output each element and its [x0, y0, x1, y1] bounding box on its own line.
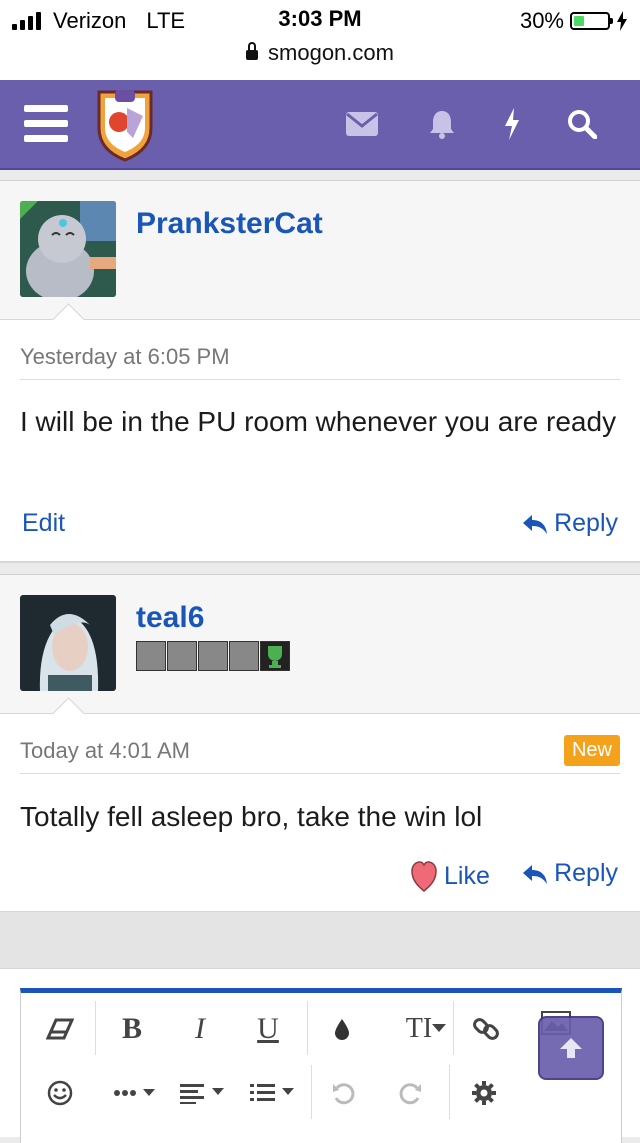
color-button[interactable] — [317, 1007, 367, 1051]
gear-icon[interactable] — [459, 1071, 509, 1115]
undo-icon[interactable] — [319, 1071, 369, 1115]
avatar[interactable] — [20, 595, 116, 691]
reply-editor: B I U TI — [20, 988, 622, 1143]
username[interactable]: teal6 — [136, 601, 204, 635]
status-bar: Verizon LTE 3:03 PM smogon.com 30% — [0, 0, 640, 80]
url-bar[interactable]: smogon.com — [0, 40, 640, 66]
smogon-logo[interactable] — [93, 86, 157, 162]
like-label: Like — [444, 861, 490, 890]
post-teal6: teal6 Today at 4:01 AM New Totally fell … — [0, 574, 640, 913]
trophy-icon — [136, 641, 166, 671]
align-icon[interactable] — [173, 1071, 233, 1115]
section-gap — [0, 912, 640, 968]
post-header: teal6 — [0, 575, 640, 714]
link-icon[interactable] — [461, 1007, 511, 1051]
divider — [20, 773, 620, 774]
lightning-icon[interactable] — [490, 102, 534, 146]
reply-label: Reply — [554, 509, 618, 537]
reply-icon — [523, 514, 548, 534]
search-icon[interactable] — [560, 102, 604, 146]
edit-link[interactable]: Edit — [22, 509, 65, 538]
more-icon[interactable] — [105, 1071, 165, 1115]
post-message: I will be in the PU room whenever you ar… — [20, 406, 617, 437]
arrow-up-icon — [560, 1038, 582, 1058]
smiley-icon[interactable] — [35, 1071, 85, 1115]
post-header: PranksterCat — [0, 181, 640, 320]
post-pranksterc: PranksterCat Yesterday at 6:05 PM I will… — [0, 180, 640, 563]
trophy-icon — [260, 641, 290, 671]
reply-button[interactable]: Reply — [522, 859, 618, 888]
mail-icon[interactable] — [340, 102, 384, 146]
like-button[interactable]: Like — [410, 859, 490, 893]
battery-percent: 30% — [519, 8, 564, 33]
list-icon[interactable] — [243, 1071, 303, 1115]
trophy-badges — [136, 641, 290, 671]
scroll-to-top-button[interactable] — [538, 1016, 604, 1080]
droplet-icon — [335, 1019, 349, 1040]
eraser-icon[interactable] — [35, 1007, 85, 1051]
bold-button[interactable]: B — [107, 1007, 157, 1051]
battery-icon — [570, 12, 613, 30]
username[interactable]: PranksterCat — [136, 207, 323, 241]
site-navbar — [0, 80, 640, 170]
post-date[interactable]: Today at 4:01 AM — [20, 738, 190, 764]
new-badge: New — [563, 735, 620, 766]
reply-icon — [523, 864, 548, 884]
reply-label: Reply — [554, 859, 618, 887]
heart-icon — [411, 861, 437, 892]
menu-icon[interactable] — [24, 105, 68, 143]
divider — [20, 379, 620, 380]
domain-text: smogon.com — [268, 40, 394, 65]
avatar[interactable] — [20, 201, 116, 297]
bell-icon[interactable] — [420, 102, 464, 146]
lock-icon — [246, 42, 259, 60]
underline-button[interactable]: U — [243, 1007, 293, 1051]
battery-status: 30% — [520, 8, 628, 34]
font-size-button[interactable]: TI — [391, 1007, 461, 1051]
post-date[interactable]: Yesterday at 6:05 PM — [20, 344, 230, 370]
italic-button[interactable]: I — [175, 1007, 225, 1051]
trophy-icon — [167, 641, 197, 671]
trophy-icon — [229, 641, 259, 671]
trophy-icon — [198, 641, 228, 671]
charging-icon — [617, 11, 627, 31]
redo-icon[interactable] — [385, 1071, 435, 1115]
post-message: Totally fell asleep bro, take the win lo… — [20, 801, 483, 832]
reply-button[interactable]: Reply — [522, 509, 618, 538]
edit-label: Edit — [22, 509, 66, 537]
chevron-down-icon — [432, 1024, 447, 1032]
